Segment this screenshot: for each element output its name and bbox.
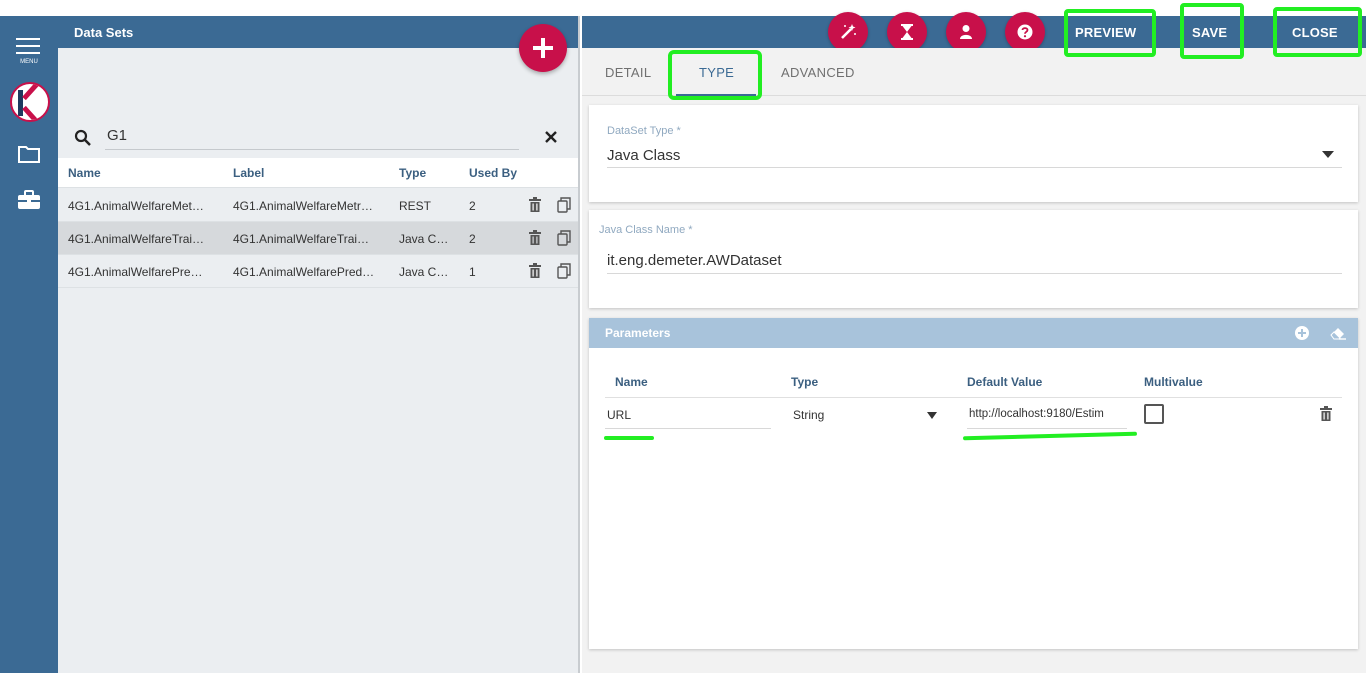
java-class-card: Java Class Name * it.eng.demeter.AWDatas… [589, 210, 1358, 308]
dataset-type-label: DataSet Type * [607, 125, 681, 137]
hourglass-icon [901, 24, 913, 40]
column-header-type[interactable]: Type [399, 166, 426, 180]
folder-icon[interactable] [17, 144, 41, 164]
parameters-title: Parameters [605, 326, 671, 340]
dataset-list-panel: Data Sets Name Label Type Used By [58, 16, 580, 673]
dataset-row[interactable]: 4G1.AnimalWelfarePre… 4G1.AnimalWelfareP… [58, 255, 578, 288]
preview-button[interactable]: PREVIEW [1075, 25, 1136, 40]
hourglass-button[interactable] [887, 12, 927, 52]
param-name-underline [605, 428, 771, 429]
param-column-multivalue: Multivalue [1144, 375, 1203, 389]
chevron-down-icon[interactable] [1322, 151, 1334, 158]
logo-k-stem [18, 90, 23, 116]
param-header-divider [605, 397, 1342, 398]
delete-icon[interactable] [528, 197, 542, 213]
row-name: 4G1.AnimalWelfarePre… [68, 265, 203, 279]
knowage-logo[interactable] [10, 82, 50, 122]
java-class-underline [607, 273, 1342, 274]
row-label: 4G1.AnimalWelfareMetr… [233, 199, 373, 213]
close-button[interactable]: CLOSE [1292, 25, 1338, 40]
param-column-name: Name [615, 375, 648, 389]
delete-parameter-icon[interactable] [1319, 406, 1333, 422]
plus-icon-vertical [541, 38, 545, 58]
search-icon [74, 129, 92, 147]
menu-icon-bar [16, 52, 40, 54]
chevron-down-icon[interactable] [927, 412, 937, 419]
user-icon [960, 25, 972, 39]
row-name: 4G1.AnimalWelfareTrai… [68, 232, 205, 246]
help-button[interactable] [1005, 12, 1045, 52]
menu-button[interactable]: MENU [14, 36, 44, 76]
user-button[interactable] [946, 12, 986, 52]
logo-k-leg [22, 105, 41, 120]
magic-wand-button[interactable] [828, 12, 868, 52]
list-header: Data Sets [58, 16, 578, 48]
param-default-value-underline [967, 428, 1127, 429]
param-name-input[interactable]: URL [607, 408, 767, 422]
briefcase-icon[interactable] [17, 190, 41, 210]
list-title: Data Sets [74, 25, 134, 40]
column-header-label[interactable]: Label [233, 166, 264, 180]
parameters-card: Parameters Name Type Default Value Multi… [589, 318, 1358, 649]
save-button[interactable]: SAVE [1192, 25, 1227, 40]
left-menubar: MENU [0, 16, 58, 673]
menu-icon-bar [16, 45, 40, 47]
param-default-value-input[interactable]: http://localhost:9180/Estim [969, 408, 1123, 420]
column-header-used-by[interactable]: Used By [469, 166, 517, 180]
help-icon [1017, 24, 1033, 40]
tab-advanced[interactable]: ADVANCED [781, 65, 855, 80]
add-parameter-icon[interactable] [1294, 325, 1310, 341]
app-root: MENU Data Sets G1 Name Label Type Used B… [0, 0, 1366, 673]
copy-icon[interactable] [557, 263, 571, 279]
dataset-type-select[interactable]: Java Class [607, 147, 680, 164]
row-label: 4G1.AnimalWelfarePred… [233, 265, 375, 279]
param-column-default-value: Default Value [967, 375, 1043, 389]
detail-toolbar: PREVIEW SAVE CLOSE [582, 12, 1366, 52]
param-type-select[interactable]: String [793, 408, 893, 422]
add-dataset-button[interactable] [519, 24, 567, 72]
param-multivalue-checkbox[interactable] [1144, 404, 1164, 424]
row-type: REST [399, 199, 432, 213]
dataset-type-card: DataSet Type * Java Class [589, 105, 1358, 202]
row-label: 4G1.AnimalWelfareTrai… [233, 232, 370, 246]
tab-type[interactable]: TYPE [699, 65, 734, 80]
row-used-by: 2 [469, 199, 476, 213]
detail-tabs: DETAIL TYPE ADVANCED [582, 48, 1366, 96]
column-header-name[interactable]: Name [68, 166, 101, 180]
dataset-detail-panel: PREVIEW SAVE CLOSE DETAIL TYPE ADVANCED … [582, 12, 1366, 673]
magic-wand-icon [841, 24, 856, 39]
active-tab-indicator [676, 94, 756, 96]
menu-icon [16, 38, 40, 40]
delete-icon[interactable] [528, 230, 542, 246]
dataset-row[interactable]: 4G1.AnimalWelfareMet… 4G1.AnimalWelfareM… [58, 189, 578, 222]
dataset-type-underline [607, 167, 1342, 168]
row-name: 4G1.AnimalWelfareMet… [68, 199, 204, 213]
menu-label: MENU [20, 59, 38, 65]
row-used-by: 1 [469, 265, 476, 279]
search-input[interactable] [105, 122, 519, 150]
row-type: Java C… [399, 232, 449, 246]
delete-icon[interactable] [528, 263, 542, 279]
param-column-type: Type [791, 375, 819, 389]
clear-search-icon[interactable] [544, 130, 558, 144]
java-class-input[interactable]: it.eng.demeter.AWDataset [607, 252, 782, 269]
java-class-label: Java Class Name * [599, 224, 693, 236]
parameters-header: Parameters [589, 318, 1358, 348]
tab-detail[interactable]: DETAIL [605, 65, 651, 80]
eraser-icon[interactable] [1329, 325, 1347, 341]
copy-icon[interactable] [557, 197, 571, 213]
copy-icon[interactable] [557, 230, 571, 246]
dataset-row[interactable]: 4G1.AnimalWelfareTrai… 4G1.AnimalWelfare… [58, 222, 578, 255]
row-used-by: 2 [469, 232, 476, 246]
row-type: Java C… [399, 265, 449, 279]
logo-k-arm [22, 84, 41, 101]
dataset-table-header: Name Label Type Used By [58, 158, 578, 188]
